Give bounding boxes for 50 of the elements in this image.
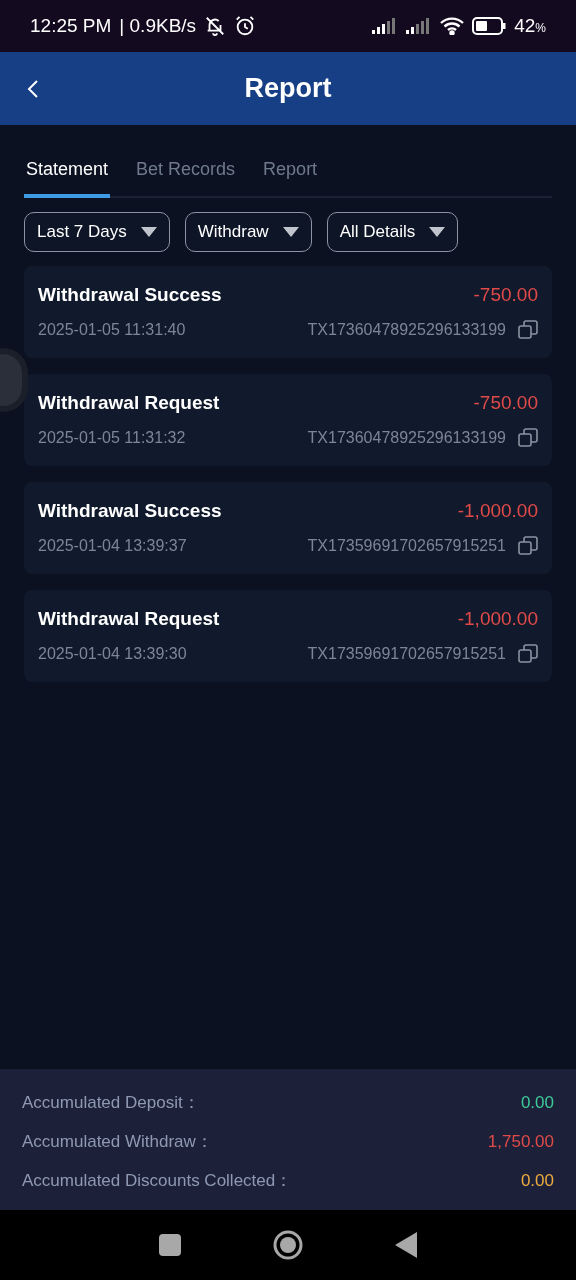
- transaction-id: TX17360478925296133199: [307, 429, 506, 447]
- page-title: Report: [244, 73, 332, 104]
- summary-label: Accumulated Deposit：: [22, 1092, 200, 1114]
- record-card[interactable]: Withdrawal Success -750.00 2025-01-05 11:31:40 TX17360478925296133199: [24, 266, 552, 358]
- summary-label: Accumulated Withdraw：: [22, 1131, 213, 1153]
- filter-dropdown[interactable]: All Details: [326, 212, 459, 252]
- record-title: Withdrawal Request: [38, 392, 220, 414]
- summary-value: 1,750.00: [487, 1131, 554, 1152]
- record-time: 2025-01-05 11:31:32: [38, 429, 186, 447]
- copy-icon[interactable]: [518, 536, 538, 556]
- record-time: 2025-01-05 11:31:40: [38, 321, 186, 339]
- bell-off-icon: [204, 15, 227, 37]
- transaction-id: TX17360478925296133199: [307, 321, 506, 339]
- network-speed: | 0.9KB/s: [119, 15, 197, 37]
- tab[interactable]: Statement: [24, 155, 111, 198]
- record-title: Withdrawal Success: [38, 284, 222, 306]
- transaction-id: TX17359691702657915251: [307, 537, 506, 555]
- back-icon[interactable]: [26, 78, 40, 100]
- record-title: Withdrawal Success: [38, 500, 222, 522]
- record-amount: -1,000.00: [457, 500, 538, 522]
- record-card[interactable]: Withdrawal Success -1,000.00 2025-01-04 13:39:37 TX17359691702657915251: [24, 482, 552, 574]
- copy-icon[interactable]: [518, 428, 538, 448]
- home-button[interactable]: [273, 1230, 303, 1260]
- copy-icon[interactable]: [518, 320, 538, 340]
- copy-icon[interactable]: [518, 644, 538, 664]
- transaction-id: TX17359691702657915251: [307, 645, 506, 663]
- record-time: 2025-01-04 13:39:30: [38, 645, 187, 663]
- summary-value: 0.00: [520, 1092, 554, 1113]
- dropdown-caret-icon: [429, 227, 446, 237]
- record-amount: -750.00: [473, 284, 538, 306]
- record-title: Withdrawal Request: [38, 608, 220, 630]
- summary-value: 0.00: [520, 1170, 554, 1191]
- filter-dropdown[interactable]: Last 7 Days: [24, 212, 170, 252]
- tab[interactable]: Report: [261, 155, 320, 198]
- record-card[interactable]: Withdrawal Request -750.00 2025-01-05 11:31:32 TX17360478925296133199: [24, 374, 552, 466]
- tab[interactable]: Bet Records: [134, 155, 238, 198]
- recents-button[interactable]: [159, 1234, 181, 1256]
- battery-icon: [472, 17, 507, 35]
- battery-percent: 42%: [514, 15, 546, 37]
- summary-label: Accumulated Discounts Collected：: [22, 1170, 293, 1192]
- record-amount: -750.00: [473, 392, 538, 414]
- clock-time: 12:25 PM: [30, 15, 112, 37]
- filter-dropdown[interactable]: Withdraw: [184, 212, 312, 252]
- dropdown-caret-icon: [282, 227, 299, 237]
- record-card[interactable]: Withdrawal Request -1,000.00 2025-01-04 13:39:30 TX17359691702657915251: [24, 590, 552, 682]
- dropdown-caret-icon: [140, 227, 157, 237]
- wifi-icon: [440, 17, 465, 35]
- record-time: 2025-01-04 13:39:37: [38, 537, 187, 555]
- record-amount: -1,000.00: [457, 608, 538, 630]
- back-nav-button[interactable]: [395, 1232, 417, 1258]
